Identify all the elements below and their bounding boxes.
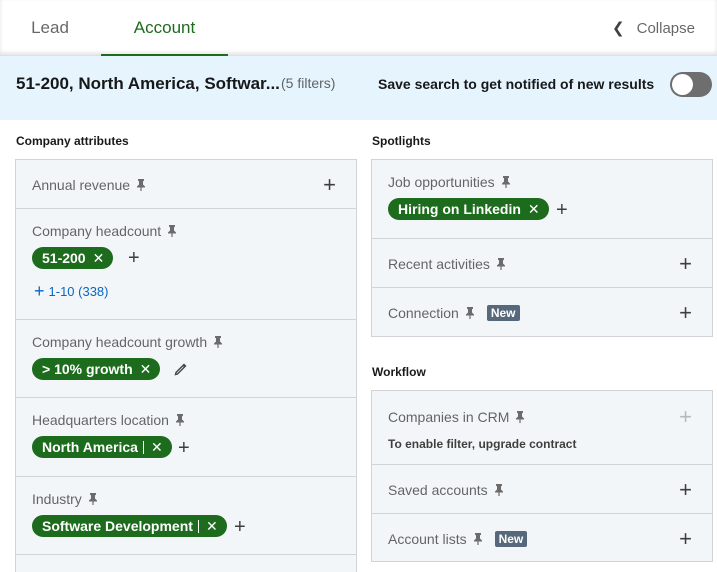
add-icon[interactable]: + [323,174,336,196]
remove-icon[interactable]: ✕ [528,201,540,218]
spotlights-card: Job opportunities Hiring on Linkedin ✕ + … [371,159,713,337]
add-icon[interactable]: + [679,253,692,275]
pin-icon[interactable] [515,411,525,423]
remove-icon[interactable]: ✕ [151,439,163,456]
filter-label: Company headcount [32,223,162,239]
pin-icon[interactable] [473,533,483,545]
selected-filter-pill: Hiring on Linkedin ✕ [388,198,549,220]
new-badge: New [494,531,528,547]
remove-icon[interactable]: ✕ [93,250,105,267]
remove-icon[interactable]: ✕ [140,361,152,378]
filter-job-opportunities: Job opportunities Hiring on Linkedin ✕ + [372,160,712,239]
new-badge: New [486,305,520,321]
save-search-label: Save search to get notified of new resul… [378,76,655,92]
filter-annual-revenue[interactable]: Annual revenue + [16,160,356,209]
add-icon: + [679,404,692,429]
filter-label: Industry [32,491,82,507]
company-attributes-card: Annual revenue + Company headcount 51-20… [15,159,357,572]
add-icon[interactable]: + [556,200,568,220]
filter-label: Annual revenue [32,177,131,193]
collapse-button[interactable]: ❮ Collapse [612,0,695,56]
pill-label: > 10% growth [42,361,133,377]
pin-icon[interactable] [496,258,506,270]
tab-lead[interactable]: Lead [0,0,100,56]
selected-filter-pill: Software Development ✕ [32,515,227,537]
filter-row-partial [16,555,356,572]
section-company-attributes: Company attributes [16,134,129,148]
filter-label: Connection [388,305,459,321]
pill-divider [142,440,144,454]
pin-icon[interactable] [501,176,511,188]
pill-label: North America [42,439,138,455]
filter-account-lists[interactable]: Account lists New + [372,514,712,562]
pin-icon[interactable] [136,179,146,191]
filter-companies-in-crm: Companies in CRM + To enable filter, upg… [372,391,712,465]
pin-icon[interactable] [465,307,475,319]
pin-icon[interactable] [88,493,98,505]
pill-label: Hiring on Linkedin [398,201,521,217]
filter-label: Recent activities [388,256,490,272]
add-icon[interactable]: + [679,479,692,501]
add-icon[interactable]: + [679,528,692,550]
filter-summary-title[interactable]: 51-200, North America, Softwar... [16,74,280,94]
filter-label: Headquarters location [32,412,169,428]
add-icon[interactable]: + [234,517,246,537]
filter-saved-accounts[interactable]: Saved accounts + [372,465,712,514]
filter-label: Company headcount growth [32,334,208,350]
pin-icon[interactable] [167,225,177,237]
suggested-filter-label: 1-10 (338) [48,283,109,299]
pin-icon[interactable] [175,414,185,426]
filter-label: Companies in CRM [388,409,510,425]
save-search-toggle[interactable] [670,72,712,97]
section-spotlights: Spotlights [372,134,431,148]
toggle-knob [672,74,693,95]
add-icon: + [34,281,45,301]
chevron-left-icon: ❮ [612,20,625,37]
workflow-card: Companies in CRM + To enable filter, upg… [371,390,713,562]
filter-company-headcount: Company headcount 51-200 ✕ + +1-10 (338) [16,209,356,320]
tab-account[interactable]: Account [101,0,228,57]
collapse-label: Collapse [636,19,695,37]
add-icon[interactable]: + [679,302,692,324]
filter-headquarters-location: Headquarters location North America ✕ + [16,398,356,477]
filter-count: (5 filters) [281,75,336,91]
selected-filter-pill: > 10% growth ✕ [32,358,161,380]
filter-label: Account lists [388,531,467,547]
selected-filter-pill: North America ✕ [32,436,172,458]
selected-filter-pill: 51-200 ✕ [32,247,114,269]
filter-recent-activities[interactable]: Recent activities + [372,239,712,288]
add-icon[interactable]: + [178,438,190,458]
filter-industry: Industry Software Development ✕ + [16,477,356,555]
pill-label: Software Development [42,518,193,534]
upgrade-note: To enable filter, upgrade contract [388,437,577,451]
section-workflow: Workflow [372,365,426,379]
pin-icon[interactable] [494,484,504,496]
add-icon[interactable]: + [128,248,140,268]
filter-label: Job opportunities [388,174,495,190]
pill-label: 51-200 [42,250,86,266]
pill-divider [197,519,199,533]
filter-tabs: Lead Account ❮ Collapse [0,0,717,57]
filter-connection[interactable]: Connection New + [372,288,712,336]
filter-label: Saved accounts [388,482,488,498]
pin-icon[interactable] [213,336,223,348]
suggested-filter[interactable]: +1-10 (338) [34,281,109,301]
remove-icon[interactable]: ✕ [206,518,218,535]
filter-summary-bar: 51-200, North America, Softwar... (5 fil… [0,56,717,120]
edit-pencil-icon[interactable] [174,362,188,376]
filter-company-headcount-growth: Company headcount growth > 10% growth ✕ [16,320,356,398]
